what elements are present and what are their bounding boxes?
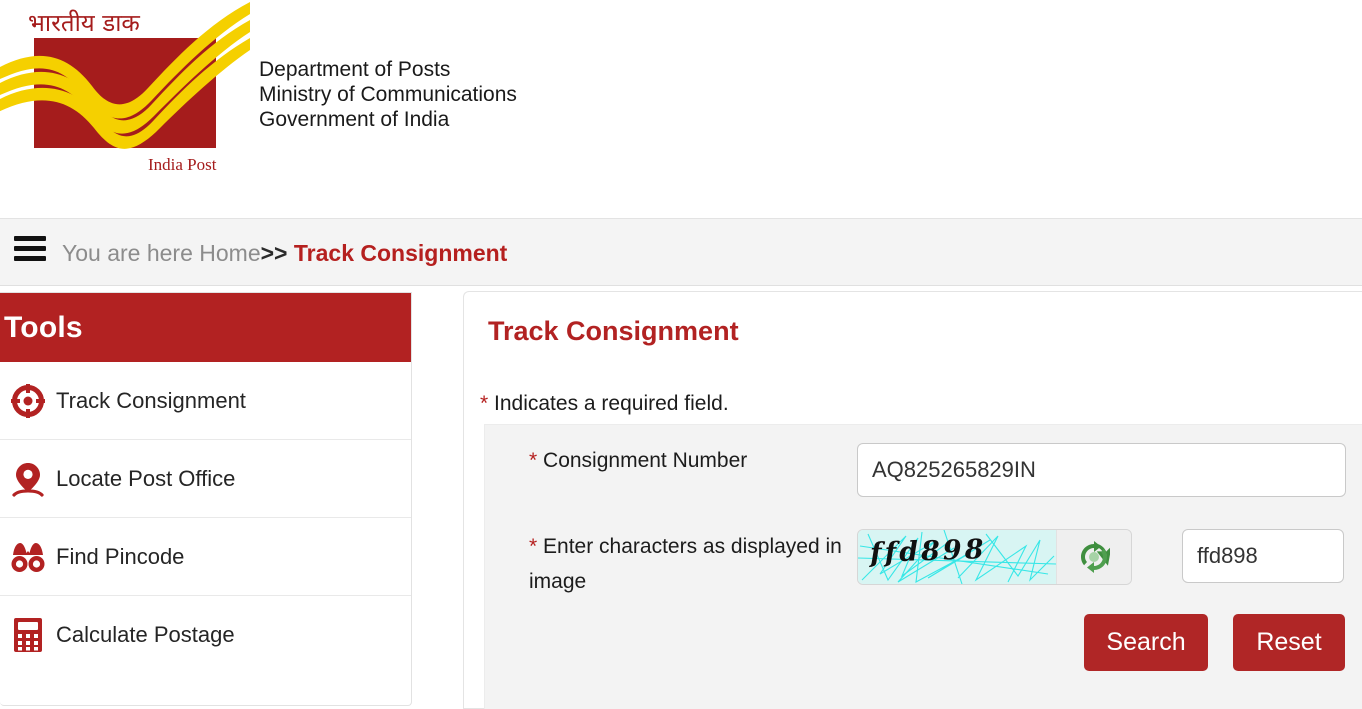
calculator-icon bbox=[8, 615, 48, 655]
refresh-captcha-icon[interactable] bbox=[1056, 530, 1131, 584]
hamburger-bar bbox=[14, 255, 46, 261]
consignment-number-label: * Consignment Number bbox=[485, 443, 857, 478]
search-button[interactable]: Search bbox=[1084, 614, 1208, 671]
department-line-1: Department of Posts bbox=[259, 58, 451, 81]
department-line-3: Government of India bbox=[259, 108, 450, 131]
page-title: Track Consignment bbox=[488, 316, 739, 346]
map-pin-icon bbox=[8, 459, 48, 499]
sidebar-item-label: Locate Post Office bbox=[56, 465, 236, 491]
consignment-number-input[interactable] bbox=[857, 443, 1346, 497]
logo-hindi-text: भारतीय डाक bbox=[28, 9, 140, 37]
captcha-label: * Enter characters as displayed in image bbox=[485, 529, 857, 599]
required-note-text: Indicates a required field. bbox=[488, 392, 729, 415]
hamburger-bar bbox=[14, 235, 46, 241]
consignment-number-label-text: Consignment Number bbox=[537, 449, 748, 472]
captcha-group: ffd898 bbox=[857, 529, 1132, 585]
breadcrumb: You are here Home>> Track Consignment bbox=[62, 238, 507, 268]
sidebar-item-label: Find Pincode bbox=[56, 543, 185, 569]
page-root: भारतीय डाक India Post Department of Post… bbox=[0, 0, 1362, 709]
department-line-2: Ministry of Communications bbox=[259, 83, 517, 106]
breadcrumb-home-link[interactable]: You are here Home bbox=[62, 240, 261, 266]
required-asterisk: * bbox=[529, 449, 538, 472]
sidebar-item-label: Calculate Postage bbox=[56, 622, 235, 647]
sidebar-header: Tools bbox=[0, 293, 411, 362]
sidebar-item-locate-post-office[interactable]: Locate Post Office bbox=[0, 440, 411, 518]
sidebar-item-find-pincode[interactable]: Find Pincode bbox=[0, 518, 411, 596]
consignment-number-row: * Consignment Number bbox=[485, 443, 1362, 497]
captcha-text: ffd898 bbox=[869, 533, 987, 570]
required-asterisk: * bbox=[480, 392, 489, 415]
tools-sidebar: Tools Track Consignment Locate Post Offi… bbox=[0, 292, 412, 706]
required-asterisk: * bbox=[529, 535, 538, 558]
track-consignment-panel: Track Consignment * Indicates a required… bbox=[463, 291, 1362, 709]
sidebar-item-label: Track Consignment bbox=[56, 387, 246, 413]
sidebar-title: Tools bbox=[4, 310, 83, 344]
required-field-note: * Indicates a required field. bbox=[480, 392, 729, 416]
sidebar-item-calculate-postage[interactable]: Calculate Postage bbox=[0, 596, 411, 674]
crosshair-target-icon bbox=[8, 381, 48, 421]
track-form: * Consignment Number * Enter characters … bbox=[484, 424, 1362, 709]
sidebar-item-track-consignment[interactable]: Track Consignment bbox=[0, 362, 411, 440]
hamburger-menu-icon[interactable] bbox=[14, 235, 46, 261]
site-header: भारतीय डाक India Post Department of Post… bbox=[0, 0, 1362, 216]
captcha-image: ffd898 bbox=[858, 530, 1056, 584]
captcha-input[interactable] bbox=[1182, 529, 1344, 583]
captcha-row: * Enter characters as displayed in image bbox=[485, 529, 1362, 599]
captcha-label-text: Enter characters as displayed in image bbox=[529, 535, 842, 593]
india-post-logo: भारतीय डाक India Post bbox=[0, 0, 250, 190]
breadcrumb-current: Track Consignment bbox=[293, 240, 508, 266]
logo-brand-text: India Post bbox=[148, 155, 217, 174]
form-actions: Search Reset bbox=[485, 614, 1362, 671]
refresh-icon-glyph bbox=[1081, 541, 1110, 573]
binoculars-icon bbox=[8, 537, 48, 577]
breadcrumb-separator: >> bbox=[260, 240, 288, 266]
reset-button[interactable]: Reset bbox=[1233, 614, 1345, 671]
hamburger-bar bbox=[14, 245, 46, 251]
department-title: Department of Posts Ministry of Communic… bbox=[259, 57, 517, 132]
